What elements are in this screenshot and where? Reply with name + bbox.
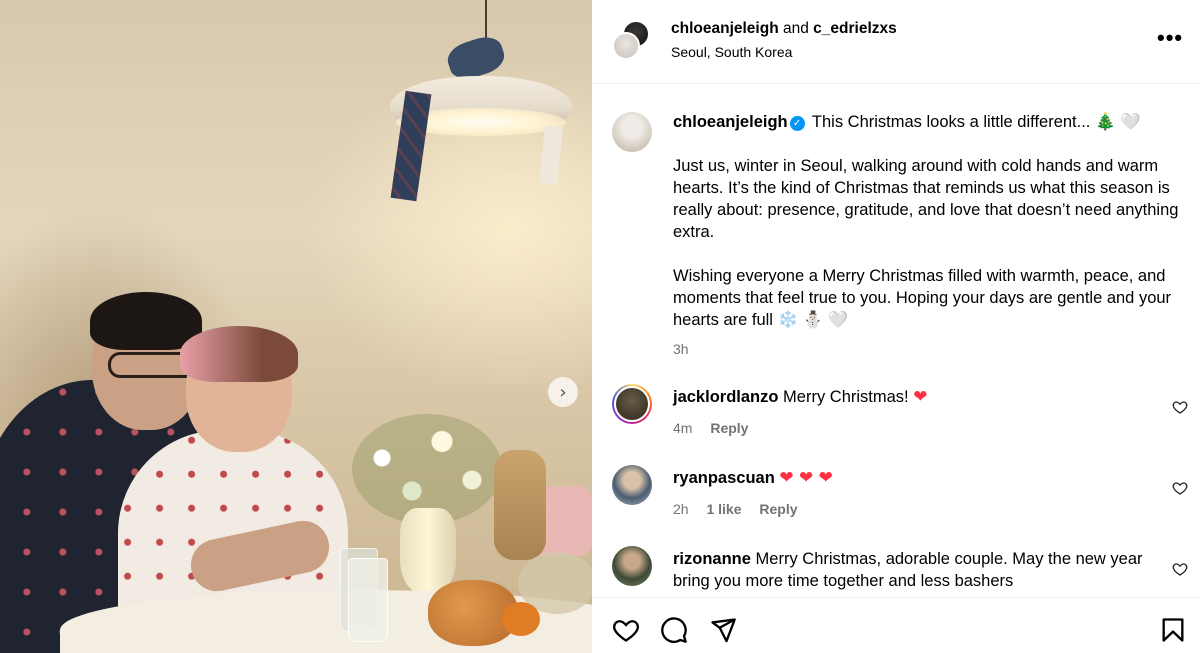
reply-button[interactable]: Reply bbox=[759, 501, 797, 517]
comment-username[interactable]: jacklordlanzo bbox=[673, 388, 778, 406]
coauthor-username[interactable]: c_edrielzxs bbox=[813, 20, 897, 37]
avatar[interactable] bbox=[612, 384, 652, 424]
collab-avatars[interactable] bbox=[612, 20, 652, 62]
comment-username[interactable]: rizonanne bbox=[673, 550, 751, 568]
author-username[interactable]: chloeanjeleigh bbox=[671, 20, 779, 37]
save-icon[interactable] bbox=[1159, 616, 1187, 644]
chevron-right-icon: › bbox=[559, 381, 567, 403]
avatar bbox=[612, 32, 640, 60]
caption-paragraph: Just us, winter in Seoul, walking around… bbox=[673, 157, 1179, 241]
like-icon[interactable] bbox=[612, 616, 640, 644]
avatar[interactable] bbox=[612, 465, 652, 505]
comment-text: ryanpascuan ❤ ❤ ❤ bbox=[673, 467, 1163, 489]
comment-text: jacklordlanzo Merry Christmas! ❤ bbox=[673, 386, 1163, 408]
post-caption: chloeanjeleigh ✓ This Christmas looks a l… bbox=[673, 111, 1183, 353]
flower-vase bbox=[400, 508, 456, 594]
heart-outline-icon[interactable] bbox=[1172, 399, 1188, 415]
verified-icon: ✓ bbox=[789, 116, 805, 131]
caption-paragraph: Wishing everyone a Merry Christmas fille… bbox=[673, 267, 1172, 329]
caption-headline: This Christmas looks a little different.… bbox=[811, 113, 1141, 131]
comment-meta: 4m Reply bbox=[673, 420, 762, 436]
reply-button[interactable]: Reply bbox=[710, 420, 748, 436]
heart-outline-icon[interactable] bbox=[1172, 480, 1188, 496]
comment-text: rizonanne Merry Christmas, adorable coup… bbox=[673, 548, 1163, 592]
post-actions-bar bbox=[592, 597, 1200, 653]
heart-emoji: ❤ ❤ ❤ bbox=[779, 468, 833, 488]
avatar[interactable] bbox=[612, 112, 652, 152]
share-icon[interactable] bbox=[709, 616, 737, 644]
likes-count[interactable]: 1 like bbox=[706, 501, 741, 517]
collab-usernames: chloeanjeleigh and c_edrielzxs bbox=[671, 20, 897, 38]
post-media-photo[interactable]: › bbox=[0, 0, 592, 653]
drink-glass bbox=[348, 558, 388, 642]
comment-icon[interactable] bbox=[660, 616, 688, 644]
avatar[interactable] bbox=[612, 546, 652, 586]
comment-timestamp[interactable]: 4m bbox=[673, 420, 692, 436]
next-slide-button[interactable]: › bbox=[548, 377, 578, 407]
orange-fruit bbox=[502, 602, 540, 636]
comment-timestamp[interactable]: 2h bbox=[673, 501, 689, 517]
collab-joiner: and bbox=[782, 20, 809, 37]
caption-username[interactable]: chloeanjeleigh bbox=[673, 113, 788, 131]
person-right-hair bbox=[180, 326, 298, 382]
comment-body: Merry Christmas! bbox=[783, 388, 909, 406]
comment-meta: 2h 1 like Reply bbox=[673, 501, 812, 517]
more-options-icon[interactable]: ••• bbox=[1157, 27, 1183, 49]
location-link[interactable]: Seoul, South Korea bbox=[671, 44, 792, 60]
comment-username[interactable]: ryanpascuan bbox=[673, 469, 775, 487]
post-detail-panel: chloeanjeleigh and c_edrielzxs Seoul, So… bbox=[592, 0, 1200, 653]
reindeer-decoration bbox=[494, 450, 546, 560]
post-header: chloeanjeleigh and c_edrielzxs Seoul, So… bbox=[592, 0, 1200, 84]
caption-timestamp[interactable]: 3h bbox=[673, 341, 689, 357]
comments-thread[interactable]: chloeanjeleigh ✓ This Christmas looks a l… bbox=[592, 85, 1200, 597]
heart-outline-icon[interactable] bbox=[1172, 561, 1188, 577]
heart-emoji: ❤ bbox=[913, 387, 928, 407]
